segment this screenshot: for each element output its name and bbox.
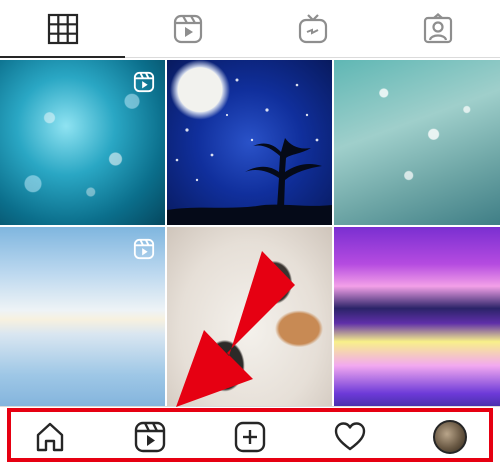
tab-grid[interactable] xyxy=(0,0,125,58)
tree-silhouette xyxy=(167,78,332,225)
tagged-person-icon xyxy=(423,12,452,43)
reels-badge-icon xyxy=(133,71,155,93)
posts-grid xyxy=(0,60,500,412)
tab-reels[interactable] xyxy=(125,0,250,57)
profile-tab-bar xyxy=(0,0,500,58)
post-thumbnail-water-droplets-plants[interactable] xyxy=(334,60,500,225)
post-thumbnail-sleeping-cat[interactable] xyxy=(167,227,332,412)
reels-badge-icon xyxy=(133,238,155,260)
highlight-box xyxy=(7,408,493,462)
post-thumbnail-purple-sunset-lake[interactable] xyxy=(334,227,500,412)
post-thumbnail-night-sky-moon-tree[interactable] xyxy=(167,60,332,225)
post-thumbnail-sky-reflection-horizon[interactable] xyxy=(0,227,165,412)
profile-screen xyxy=(0,0,500,466)
igtv-icon xyxy=(298,13,327,43)
reels-icon xyxy=(173,14,202,43)
post-thumbnail-underwater-bubbles[interactable] xyxy=(0,60,165,225)
tab-tagged[interactable] xyxy=(375,0,500,57)
tab-igtv[interactable] xyxy=(250,0,375,57)
grid-icon xyxy=(47,13,78,44)
